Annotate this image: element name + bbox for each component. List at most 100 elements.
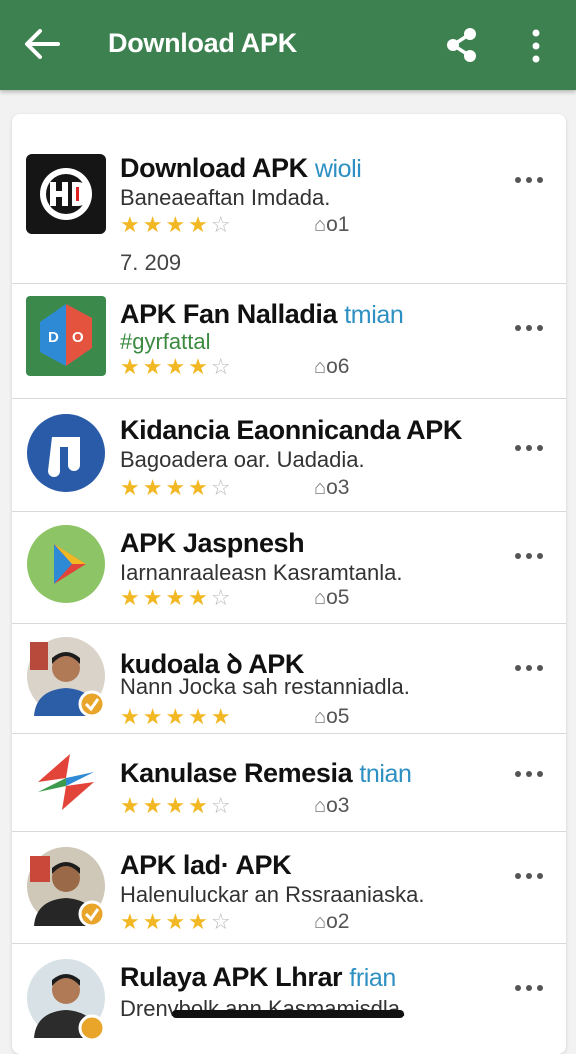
count-text: o3 — [326, 476, 350, 499]
rating-stars: ★★★★☆ — [120, 793, 234, 819]
app-version: 7. 209 — [120, 250, 182, 275]
rating-stars: ★★★★☆ — [120, 909, 234, 935]
stars-filled: ★★★★ — [120, 475, 211, 500]
app-tag: tmian — [344, 301, 404, 329]
app-subtitle: Drenvbolk ann Kasmamisdla. — [120, 996, 407, 1021]
app-tag: frian — [349, 964, 396, 992]
user-avatar-verified-icon — [27, 959, 106, 1042]
app-name-text: APK Jaspnesh — [120, 528, 305, 558]
app-name-text: Download APK — [120, 153, 308, 183]
home-icon: ⌂ — [314, 214, 327, 236]
home-icon: ⌂ — [314, 477, 327, 499]
list-item[interactable]: Rulaya APK Lhrar frian Drenvbolk ann Kas… — [12, 944, 566, 1054]
home-icon: ⌂ — [314, 587, 327, 609]
more-vertical-icon[interactable] — [526, 28, 546, 64]
home-icon: ⌂ — [314, 706, 327, 728]
app-list-card: Download APK wioli Baneaeaftan Imdada. ★… — [12, 114, 566, 1054]
swirl-logo-icon — [38, 754, 94, 810]
stars-filled: ★★★★★ — [120, 704, 234, 729]
more-horizontal-icon[interactable] — [514, 872, 544, 880]
stars-empty: ☆ — [210, 212, 234, 237]
download-count: ⌂o6 — [314, 355, 349, 379]
list-item[interactable]: APK lad· APK Halenuluckar an Rssraaniask… — [12, 832, 566, 944]
app-name-text: Rulaya APK Lhrar — [120, 962, 343, 992]
app-subtitle: Nann Jocka sah restanniadla. — [120, 674, 410, 699]
rating-stars: ★★★★☆ — [120, 354, 234, 380]
more-horizontal-icon[interactable] — [514, 176, 544, 184]
download-count: ⌂o5 — [314, 586, 349, 610]
stars-empty: ☆ — [210, 354, 234, 379]
download-count: ⌂o2 — [314, 910, 349, 934]
app-name-text: Kidancia Eaonnicanda APK — [120, 415, 462, 445]
app-subtitle: Iarnanraaleasn Kasramtanla. — [120, 560, 403, 585]
rating-stars: ★★★★☆ — [120, 585, 234, 611]
app-subtitle: Baneaeaftan Imdada. — [120, 185, 331, 210]
stars-filled: ★★★★ — [120, 212, 211, 237]
more-horizontal-icon[interactable] — [514, 552, 544, 560]
download-count: ⌂o3 — [314, 476, 349, 500]
home-icon: ⌂ — [314, 795, 327, 817]
app-name: Rulaya APK Lhrar frian — [120, 962, 396, 993]
count-text: o5 — [326, 586, 350, 609]
page-title: Download APK — [108, 28, 297, 58]
app-name-text: Kanulase Remesia — [120, 758, 353, 788]
more-horizontal-icon[interactable] — [514, 324, 544, 332]
count-text: o6 — [326, 355, 350, 378]
list-item[interactable]: D O APK Fan Nalladia tmian #gyrfattal ★★… — [12, 284, 566, 399]
stars-filled: ★★★★ — [120, 909, 211, 934]
app-subtitle: Bagoadera oar. Uadadia. — [120, 447, 365, 472]
count-text: o5 — [326, 705, 350, 728]
count-text: o2 — [326, 910, 350, 933]
hd-logo-icon — [26, 154, 106, 234]
app-tag: tnian — [359, 760, 412, 788]
note-logo-icon — [27, 414, 105, 492]
share-icon[interactable] — [444, 26, 480, 64]
rating-stars: ★★★★☆ — [120, 475, 234, 501]
user-avatar-verified-icon — [27, 847, 106, 928]
download-count: ⌂o3 — [314, 794, 349, 818]
svg-text:D: D — [48, 329, 59, 346]
app-name: APK lad· APK — [120, 850, 292, 881]
app-name-text: APK lad· APK — [120, 850, 292, 880]
app-name: Download APK wioli — [120, 153, 362, 184]
app-name: Kidancia Eaonnicanda APK — [120, 415, 462, 446]
stars-empty: ☆ — [210, 793, 234, 818]
list-item[interactable]: kudoala ꝺ APK Nann Jocka sah restanniadl… — [12, 624, 566, 734]
app-name: APK Jaspnesh — [120, 528, 305, 559]
more-horizontal-icon[interactable] — [514, 444, 544, 452]
list-item[interactable]: APK Jaspnesh Iarnanraaleasn Kasramtanla.… — [12, 512, 566, 624]
count-text: o1 — [326, 213, 350, 236]
list-item[interactable]: Kidancia Eaonnicanda APK Bagoadera oar. … — [12, 399, 566, 512]
app-name: Kanulase Remesia tnian — [120, 758, 412, 789]
count-text: o3 — [326, 794, 350, 817]
more-horizontal-icon[interactable] — [514, 664, 544, 672]
stars-filled: ★★★★ — [120, 793, 211, 818]
more-horizontal-icon[interactable] — [514, 984, 544, 992]
app-name: APK Fan Nalladia tmian — [120, 299, 404, 330]
app-subtitle: #gyrfattal — [120, 329, 211, 354]
user-avatar-verified-icon — [27, 637, 106, 718]
app-bar: Download APK — [0, 0, 576, 90]
rating-stars: ★★★★☆ — [120, 212, 234, 238]
play-logo-icon — [27, 525, 105, 603]
more-horizontal-icon[interactable] — [514, 770, 544, 778]
home-icon: ⌂ — [314, 911, 327, 933]
stars-empty: ☆ — [210, 475, 234, 500]
download-count: ⌂o5 — [314, 705, 349, 729]
app-name-text: APK Fan Nalladia — [120, 299, 338, 329]
do-logo-icon: D O — [26, 296, 106, 376]
stars-filled: ★★★★ — [120, 585, 211, 610]
stars-filled: ★★★★ — [120, 354, 211, 379]
home-indicator[interactable] — [172, 1010, 404, 1018]
download-count: ⌂o1 — [314, 213, 349, 237]
home-icon: ⌂ — [314, 356, 327, 378]
stars-empty: ☆ — [210, 909, 234, 934]
rating-stars: ★★★★★ — [120, 704, 234, 730]
list-item[interactable]: Kanulase Remesia tnian ★★★★☆ ⌂o3 — [12, 734, 566, 832]
list-item[interactable]: Download APK wioli Baneaeaftan Imdada. ★… — [12, 114, 566, 284]
stars-empty: ☆ — [210, 585, 234, 610]
app-subtitle: Halenuluckar an Rssraaniaska. — [120, 882, 425, 907]
svg-text:O: O — [72, 329, 84, 346]
arrow-back-icon[interactable] — [22, 26, 62, 62]
app-tag: wioli — [314, 155, 362, 183]
